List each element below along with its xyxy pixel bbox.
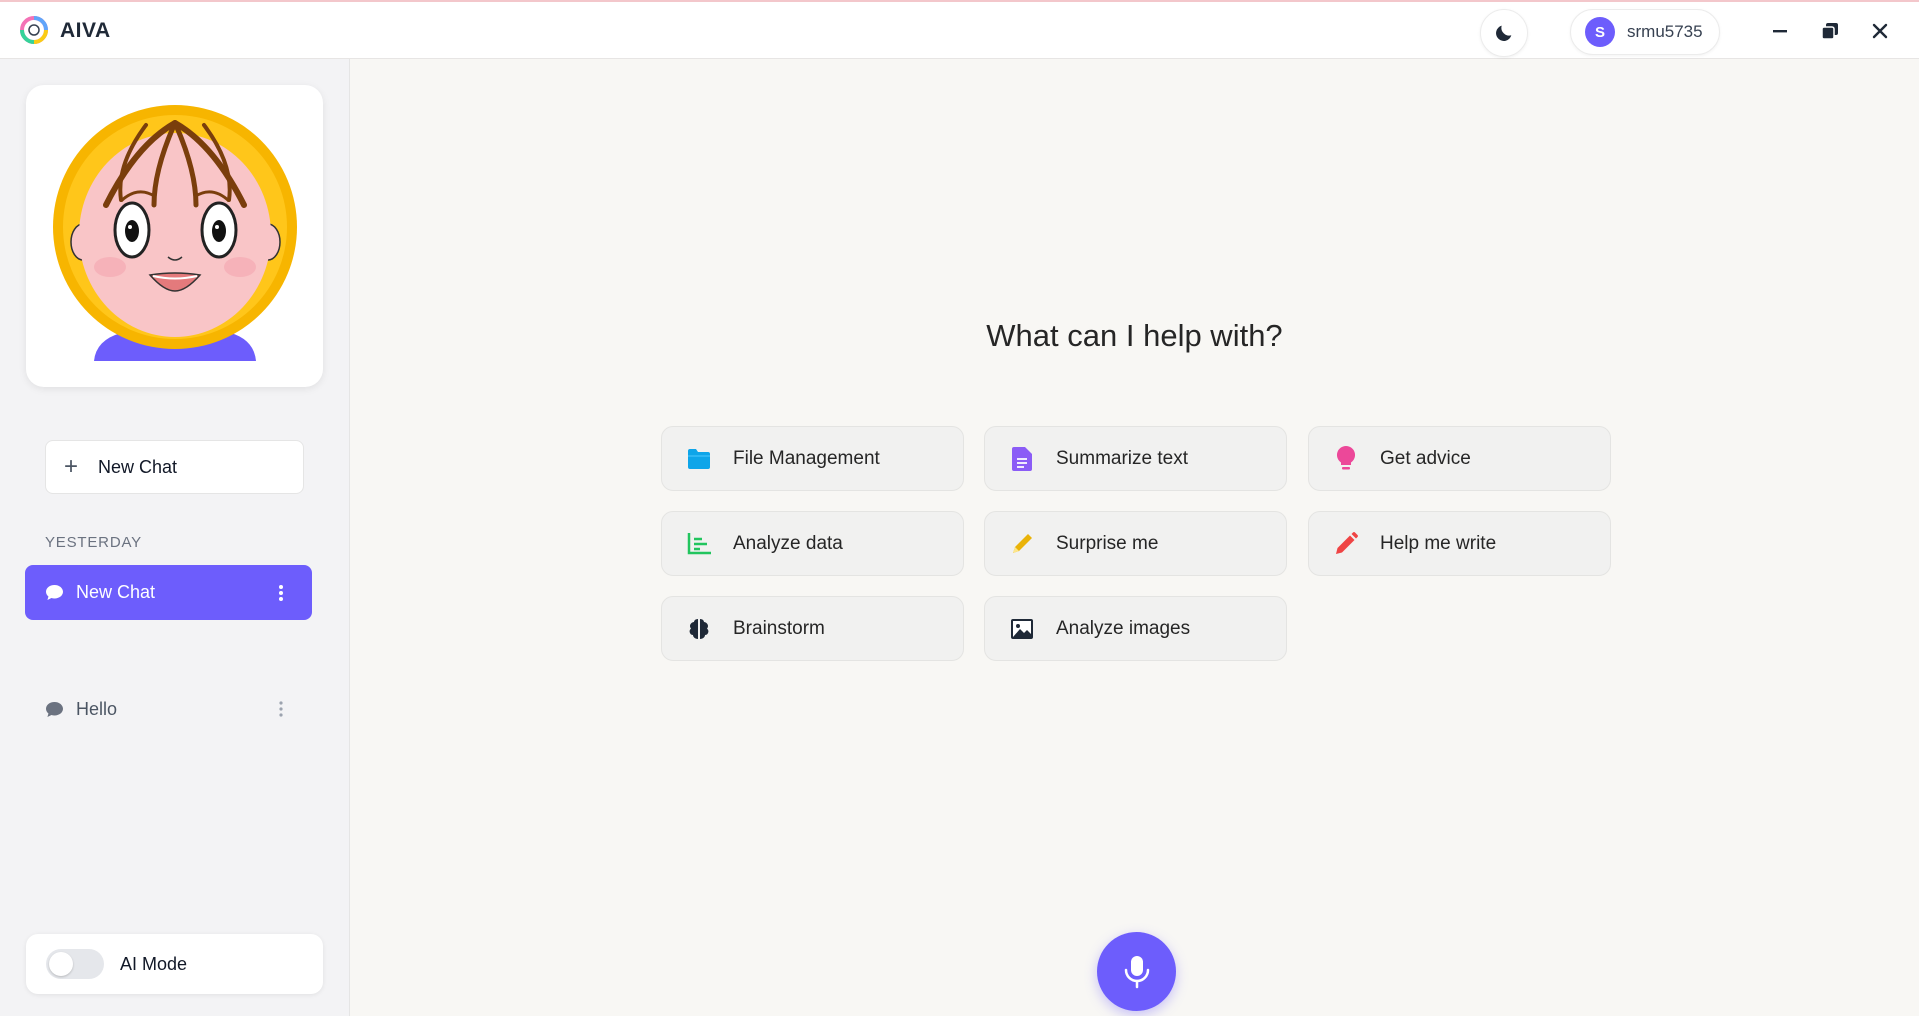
suggestion-label: Surprise me: [1056, 532, 1159, 554]
more-vertical-icon: [279, 584, 283, 601]
username: srmu5735: [1627, 22, 1703, 41]
aiva-logo-icon: [20, 16, 48, 44]
suggestion-label: Analyze data: [733, 532, 843, 554]
moon-icon: [1496, 25, 1512, 41]
ai-mode-panel: AI Mode: [26, 934, 323, 994]
close-button[interactable]: [1865, 16, 1895, 46]
restore-icon: [1821, 23, 1838, 40]
microphone-icon: [1124, 955, 1149, 988]
ai-mode-toggle[interactable]: [46, 949, 104, 979]
chart-icon: [686, 531, 712, 557]
user-avatar: S: [1585, 17, 1615, 47]
chat-item-label: New Chat: [76, 582, 156, 602]
toggle-knob: [49, 952, 73, 976]
app-title: AIVA: [60, 19, 111, 42]
lightbulb-icon: [1333, 445, 1359, 472]
new-chat-button[interactable]: + New Chat: [45, 440, 304, 494]
chat-options-button[interactable]: [278, 565, 284, 620]
assistant-avatar: [53, 105, 297, 361]
chat-bubble-icon: [46, 584, 63, 601]
ai-mode-label: AI Mode: [120, 953, 188, 974]
chat-options-button[interactable]: [278, 682, 284, 736]
new-chat-label: New Chat: [98, 456, 178, 477]
more-vertical-icon: [279, 701, 283, 717]
close-icon: [1872, 23, 1888, 39]
suggestion-file-management[interactable]: File Management: [661, 426, 964, 491]
suggestion-summarize-text[interactable]: Summarize text: [984, 426, 1287, 491]
page-title: What can I help with?: [986, 318, 1283, 353]
brain-icon: [686, 616, 712, 642]
suggestion-analyze-data[interactable]: Analyze data: [661, 511, 964, 576]
suggestion-help-me-write[interactable]: Help me write: [1308, 511, 1611, 576]
suggestion-label: Analyze images: [1056, 617, 1191, 639]
folder-icon: [686, 446, 712, 472]
image-icon: [1009, 616, 1035, 642]
plus-icon: +: [64, 453, 79, 480]
suggestion-brainstorm[interactable]: Brainstorm: [661, 596, 964, 661]
user-menu[interactable]: S srmu5735: [1570, 9, 1720, 55]
chat-bubble-icon: [46, 701, 63, 717]
history-section-label: YESTERDAY: [45, 534, 142, 551]
suggestion-label: Summarize text: [1056, 447, 1188, 469]
suggestion-label: File Management: [733, 447, 880, 469]
suggestion-analyze-images[interactable]: Analyze images: [984, 596, 1287, 661]
chat-item-new-chat[interactable]: New Chat: [25, 565, 312, 620]
sidebar: + New Chat YESTERDAY New Chat Hello AI M…: [0, 59, 350, 1016]
pencil-icon: [1009, 531, 1035, 557]
minimize-button[interactable]: [1765, 16, 1795, 46]
restore-button[interactable]: [1815, 16, 1845, 46]
document-icon: [1009, 446, 1035, 472]
assistant-avatar-card: [26, 85, 323, 387]
suggestion-label: Get advice: [1380, 447, 1471, 469]
pen-icon: [1333, 531, 1359, 557]
suggestion-label: Help me write: [1380, 532, 1497, 554]
voice-input-button[interactable]: [1097, 932, 1176, 1011]
suggestion-surprise-me[interactable]: Surprise me: [984, 511, 1287, 576]
chat-item-hello[interactable]: Hello: [25, 682, 312, 736]
minimize-icon: [1773, 30, 1787, 33]
suggestion-get-advice[interactable]: Get advice: [1308, 426, 1611, 491]
title-bar: AIVA S srmu5735: [0, 0, 1919, 59]
theme-toggle-button[interactable]: [1480, 9, 1528, 57]
chat-item-label: Hello: [76, 698, 118, 719]
suggestion-label: Brainstorm: [733, 617, 825, 639]
